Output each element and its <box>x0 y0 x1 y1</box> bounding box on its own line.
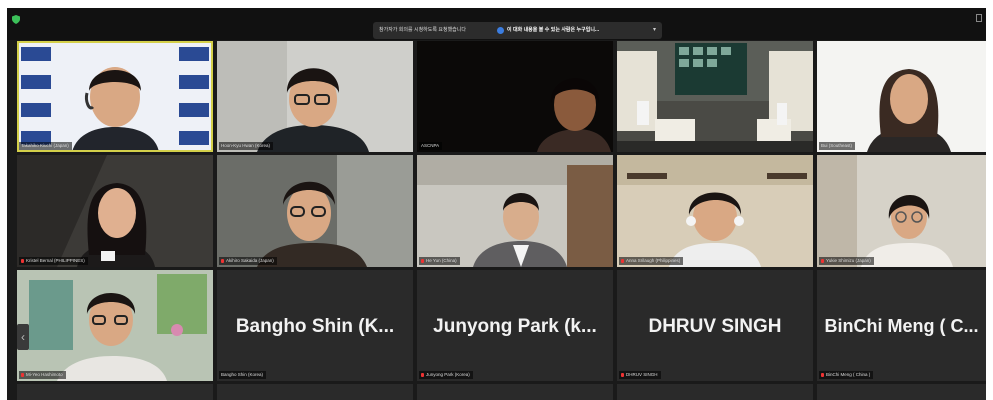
mic-muted-icon <box>821 372 824 377</box>
participant-tile[interactable] <box>617 384 813 400</box>
participant-name: Mi-Yeo Hashimoto <box>26 372 63 377</box>
participant-name-tag: Mi-Yeo Hashimoto <box>19 371 66 379</box>
participant-tile[interactable] <box>217 384 413 400</box>
mic-muted-icon <box>421 372 424 377</box>
participant-display-name: Bangho Shin (K... <box>235 316 395 337</box>
participant-video <box>217 41 413 152</box>
participant-tile[interactable] <box>17 384 213 400</box>
top-bar: 참가자가 회의를 시청하도록 요청했습니다 이 대화 내용을 볼 수 있는 사람… <box>7 8 986 40</box>
participant-display-name: BinChi Meng ( C... <box>824 316 979 336</box>
participant-video <box>817 155 986 267</box>
participant-tile[interactable] <box>817 384 986 400</box>
participant-name-tag: BinChi Meng ( China ) <box>819 371 874 379</box>
participant-tile[interactable]: Yukie Shimizu (Japan) <box>817 155 986 267</box>
participant-tile[interactable]: Bangho Shin (K... Bangho Shin (Korea) <box>217 270 413 381</box>
mic-muted-icon <box>21 372 24 377</box>
participant-video <box>217 155 413 267</box>
prev-page-button[interactable]: ‹ <box>17 324 29 350</box>
mic-muted-icon <box>221 258 224 263</box>
participant-video <box>417 41 613 152</box>
participant-tile[interactable]: BinChi Meng ( C... BinChi Meng ( China ) <box>817 270 986 381</box>
participant-tile[interactable]: ASCNPA <box>417 41 613 152</box>
participant-display-name: DHRUV SINGH <box>648 316 782 337</box>
participant-name: BinChi Meng ( China ) <box>826 372 871 377</box>
chevron-down-icon[interactable]: ▾ <box>653 22 656 39</box>
participant-name-tag: Hoon-Kyu Hwan (Korea) <box>219 142 274 150</box>
participant-name: Bui (Southeast) <box>821 143 853 148</box>
participant-name: ASCNPA <box>421 143 440 148</box>
participant-tile[interactable]: Hoon-Kyu Hwan (Korea) <box>217 41 413 152</box>
participant-video <box>17 155 213 267</box>
participant-tile[interactable]: DHRUV SINGH DHRUV SINGH <box>617 270 813 381</box>
participant-name-tag: He Yun (China) <box>419 257 460 265</box>
participant-tile[interactable] <box>617 41 813 152</box>
participant-tile[interactable]: Mi-Yeo Hashimoto <box>17 270 213 381</box>
viewer-icon <box>497 27 504 34</box>
participant-tile[interactable]: Kristel Bernal (PHILIPPINES) <box>17 155 213 267</box>
participant-name-tag: Takahiko Kiuchi (Japan) <box>19 142 72 150</box>
participant-name-tag: Bui (Southeast) <box>819 142 856 150</box>
participant-name: Bangho Shin (Korea) <box>221 372 264 377</box>
participant-video <box>17 41 213 152</box>
participant-video <box>17 270 213 381</box>
participant-name: Junyong Park (Korea) <box>426 372 470 377</box>
participant-name-tag: Bangho Shin (Korea) <box>219 371 267 379</box>
mic-muted-icon <box>621 372 624 377</box>
participant-name-tag: Junyong Park (Korea) <box>419 371 473 379</box>
participant-name-tag: Anna Srilaugh (Philippines) <box>619 257 684 265</box>
participant-name-tag: Akihiro Sakaida (Japan) <box>219 257 277 265</box>
participant-name: DHRUV SINGH <box>626 372 658 377</box>
participant-video <box>617 155 813 267</box>
security-shield-icon[interactable] <box>12 15 20 24</box>
participant-tile[interactable]: Junyong Park (k... Junyong Park (Korea) <box>417 270 613 381</box>
mic-muted-icon <box>421 258 424 263</box>
participant-name: Yukie Shimizu (Japan) <box>826 258 871 263</box>
mic-muted-icon <box>821 258 824 263</box>
participant-tile[interactable]: Takahiko Kiuchi (Japan) <box>17 41 213 152</box>
banner-speaker-text: 이 대화 내용을 볼 수 있는 사람은 누구입니... <box>507 27 600 33</box>
participant-name: Hoon-Kyu Hwan (Korea) <box>221 143 271 148</box>
participant-tile[interactable]: Bui (Southeast) <box>817 41 986 152</box>
participant-tile[interactable] <box>417 384 613 400</box>
participant-name-tag: ASCNPA <box>419 142 443 150</box>
recording-banner[interactable]: 참가자가 회의를 시청하도록 요청했습니다 이 대화 내용을 볼 수 있는 사람… <box>373 22 662 39</box>
banner-text: 참가자가 회의를 시청하도록 요청했습니다 <box>379 27 466 33</box>
participant-tile[interactable]: He Yun (China) <box>417 155 613 267</box>
participant-tile[interactable]: Akihiro Sakaida (Japan) <box>217 155 413 267</box>
participant-name: Anna Srilaugh (Philippines) <box>626 258 681 263</box>
view-toggle-icon[interactable] <box>976 14 982 22</box>
participant-name-tag: Kristel Bernal (PHILIPPINES) <box>19 257 88 265</box>
participant-name: Kristel Bernal (PHILIPPINES) <box>26 258 85 263</box>
participant-tile[interactable]: Anna Srilaugh (Philippines) <box>617 155 813 267</box>
participant-name-tag: DHRUV SINGH <box>619 371 661 379</box>
participant-display-name: Junyong Park (k... <box>433 316 597 337</box>
participant-video <box>817 41 986 152</box>
participant-name: He Yun (China) <box>426 258 457 263</box>
participant-name: Takahiko Kiuchi (Japan) <box>21 143 69 148</box>
participant-name: Akihiro Sakaida (Japan) <box>226 258 274 263</box>
participant-video <box>417 155 613 267</box>
mic-muted-icon <box>621 258 624 263</box>
mic-muted-icon <box>21 258 24 263</box>
participant-name-tag: Yukie Shimizu (Japan) <box>819 257 874 265</box>
meeting-window: 참가자가 회의를 시청하도록 요청했습니다 이 대화 내용을 볼 수 있는 사람… <box>7 8 986 400</box>
participant-video <box>617 41 813 152</box>
